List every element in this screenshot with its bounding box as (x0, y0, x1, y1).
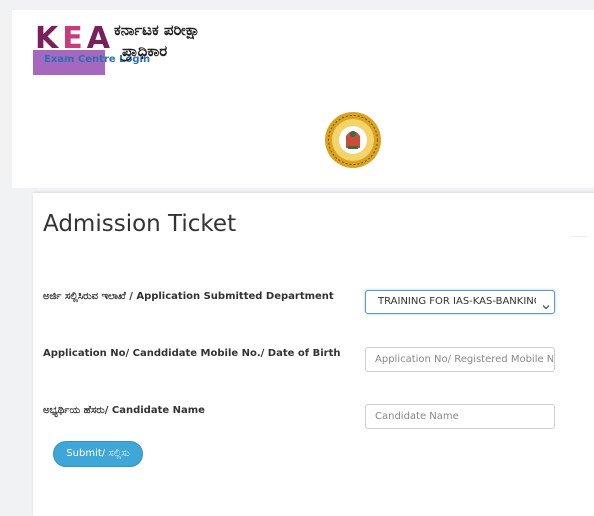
chevron-down-icon (541, 297, 551, 310)
title-divider (569, 236, 587, 237)
department-select[interactable]: TRAINING FOR IAS-KAS-BANKING (365, 290, 555, 314)
kea-logo-letters: KEA (35, 21, 114, 56)
application-no-input[interactable]: Application No/ Registered Mobile N (365, 347, 555, 372)
kea-logo: KEA (33, 14, 110, 75)
submit-button[interactable]: Submit/ ಸಲ್ಲಿಸು (53, 441, 143, 467)
org-name-line2: ಪ್ರಾಧಿಕಾರ (122, 42, 168, 60)
government-emblem-icon (324, 110, 382, 170)
org-name-line1: ಕರ್ನಾಟಕ ಪರೀಕ್ಷಾ (114, 21, 201, 39)
org-name: ಕರ್ನಾಟಕ ಪರೀಕ್ಷಾ ಪ್ರಾಧಿಕಾರ (114, 20, 200, 62)
department-label: ಅರ್ಜಿ ಸಲ್ಲಿಸಿರುವ ಇಲಾಖೆ / Application Sub… (43, 291, 334, 302)
candidate-name-placeholder: Candidate Name (375, 411, 459, 422)
department-select-value: TRAINING FOR IAS-KAS-BANKING (378, 296, 536, 307)
application-no-placeholder: Application No/ Registered Mobile N (375, 354, 553, 365)
application-no-label: Application No/ Canddidate Mobile No./ D… (43, 348, 341, 359)
candidate-name-input[interactable]: Candidate Name (365, 404, 555, 429)
page-title: Admission Ticket (43, 211, 237, 237)
admission-ticket-card: Admission Ticket ಅರ್ಜಿ ಸಲ್ಲಿಸಿರುವ ಇಲಾಖೆ … (33, 192, 594, 516)
candidate-name-label: ಅಭ್ಯರ್ಥಿಯ ಹೆಸರು/ Candidate Name (43, 405, 205, 416)
header: KEA Exam Centre Login ಕರ್ನಾಟಕ ಪರೀಕ್ಷಾ ಪ್… (12, 10, 594, 188)
